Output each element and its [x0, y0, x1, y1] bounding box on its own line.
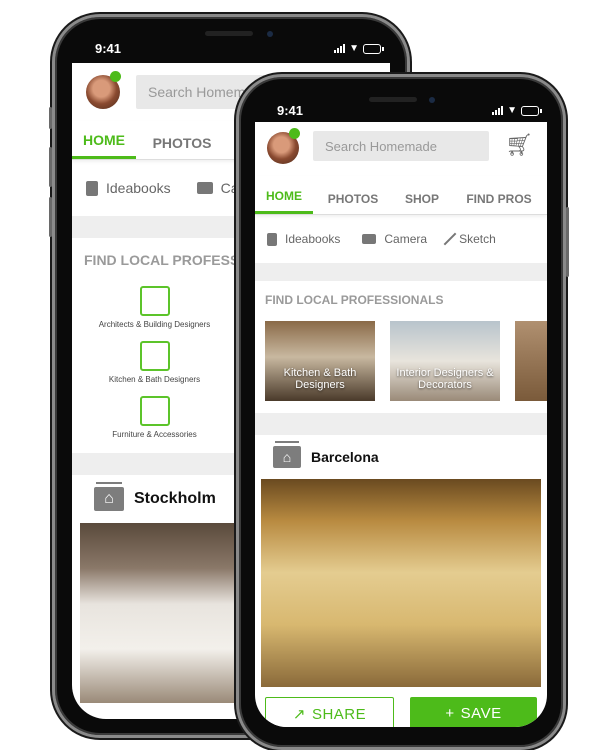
ideabook-icon [86, 180, 98, 196]
tab-photos[interactable]: PHOTOS [136, 135, 228, 159]
tab-home[interactable]: HOME [255, 189, 313, 214]
tools-bar: Ideabooks Camera Sketch [255, 215, 547, 263]
tool-sketch[interactable]: Sketch [443, 231, 496, 247]
status-time: 9:41 [95, 41, 122, 56]
status-icons: ▼ [334, 43, 384, 54]
house-icon: ⌂ [94, 482, 124, 511]
online-indicator [289, 128, 300, 139]
top-bar: Search Homemade 🛒︎ [255, 122, 547, 176]
tab-find-pros[interactable]: FIND PROS [451, 192, 547, 214]
plus-icon: + [445, 704, 455, 722]
tool-label: Camera [384, 232, 428, 246]
tab-photos[interactable]: PHOTOS [313, 192, 393, 214]
volume-down-button [49, 197, 52, 237]
mute-switch [49, 107, 52, 129]
tool-label: Ideabooks [285, 232, 341, 246]
pro-item[interactable]: Kitchen & Bath Designers [72, 341, 237, 384]
desk-lamp-icon [139, 396, 170, 426]
feed-title: Barcelona [311, 449, 379, 465]
kitchen-cabinets-icon [139, 341, 170, 371]
front-camera [267, 31, 273, 37]
online-indicator [110, 71, 121, 82]
save-button[interactable]: + SAVE [410, 697, 537, 727]
feed-card-header: ⌂ Barcelona [261, 435, 541, 479]
feed-photo[interactable] [261, 479, 541, 687]
tool-ideabooks[interactable]: Ideabooks [267, 232, 340, 246]
front-screen: Search Homemade 🛒︎ HOME PHOTOS SHOP FIND… [255, 122, 547, 727]
battery-icon [521, 105, 542, 116]
share-icon: ↗ [292, 706, 306, 723]
tool-ideabooks[interactable]: Ideabooks [86, 180, 171, 196]
status-icons: ▼ [492, 105, 542, 116]
volume-up-button [49, 147, 52, 187]
feed-card: ⌂ Barcelona [261, 435, 541, 687]
phone-front: 9:41 ▼ Search Homemade 🛒︎ HOME PHOTOS SH… [236, 74, 569, 750]
camera-icon [362, 234, 377, 244]
camera-icon [196, 182, 213, 194]
section-divider [255, 413, 547, 435]
architect-ruler-compass-icon [139, 286, 170, 316]
pro-card[interactable]: Kitchen & Bath Designers [265, 321, 375, 401]
feed-actions: ↗ SHARE + SAVE [255, 697, 547, 727]
pro-cards-carousel: Kitchen & Bath Designers Interior Design… [255, 321, 547, 401]
signal-icon [334, 44, 346, 53]
cart-icon[interactable]: 🛒︎ [505, 132, 533, 158]
main-tabs: HOME PHOTOS SHOP FIND PROS [255, 176, 547, 215]
tab-home[interactable]: HOME [72, 132, 136, 159]
brush-icon [443, 232, 457, 246]
signal-icon [492, 106, 504, 115]
tool-label: Sketch [459, 232, 496, 246]
speaker-grille [369, 97, 417, 102]
share-button[interactable]: ↗ SHARE [265, 697, 394, 727]
pro-item[interactable]: Furniture & Accessories [72, 396, 237, 439]
tool-camera[interactable]: Camera [362, 232, 427, 246]
section-divider [255, 263, 547, 281]
ideabook-icon [267, 232, 277, 246]
pro-card[interactable]: Interior Designers & Decorators [390, 321, 500, 401]
house-icon: ⌂ [273, 441, 301, 468]
front-camera [429, 97, 435, 103]
speaker-grille [205, 31, 253, 36]
wifi-icon: ▼ [349, 43, 359, 54]
tool-label: Ideabooks [106, 180, 171, 196]
feed-title: Stockholm [134, 490, 216, 507]
tab-shop[interactable]: SHOP [393, 192, 451, 214]
battery-icon [363, 43, 384, 54]
pro-card[interactable]: K [515, 321, 547, 401]
search-input[interactable]: Search Homemade [313, 131, 489, 161]
pro-item[interactable]: Architects & Building Designers [72, 286, 237, 329]
wifi-icon: ▼ [507, 105, 517, 116]
section-title: FIND LOCAL PROFESSIONALS [265, 293, 444, 307]
status-time: 9:41 [277, 103, 304, 118]
power-button [566, 207, 569, 277]
